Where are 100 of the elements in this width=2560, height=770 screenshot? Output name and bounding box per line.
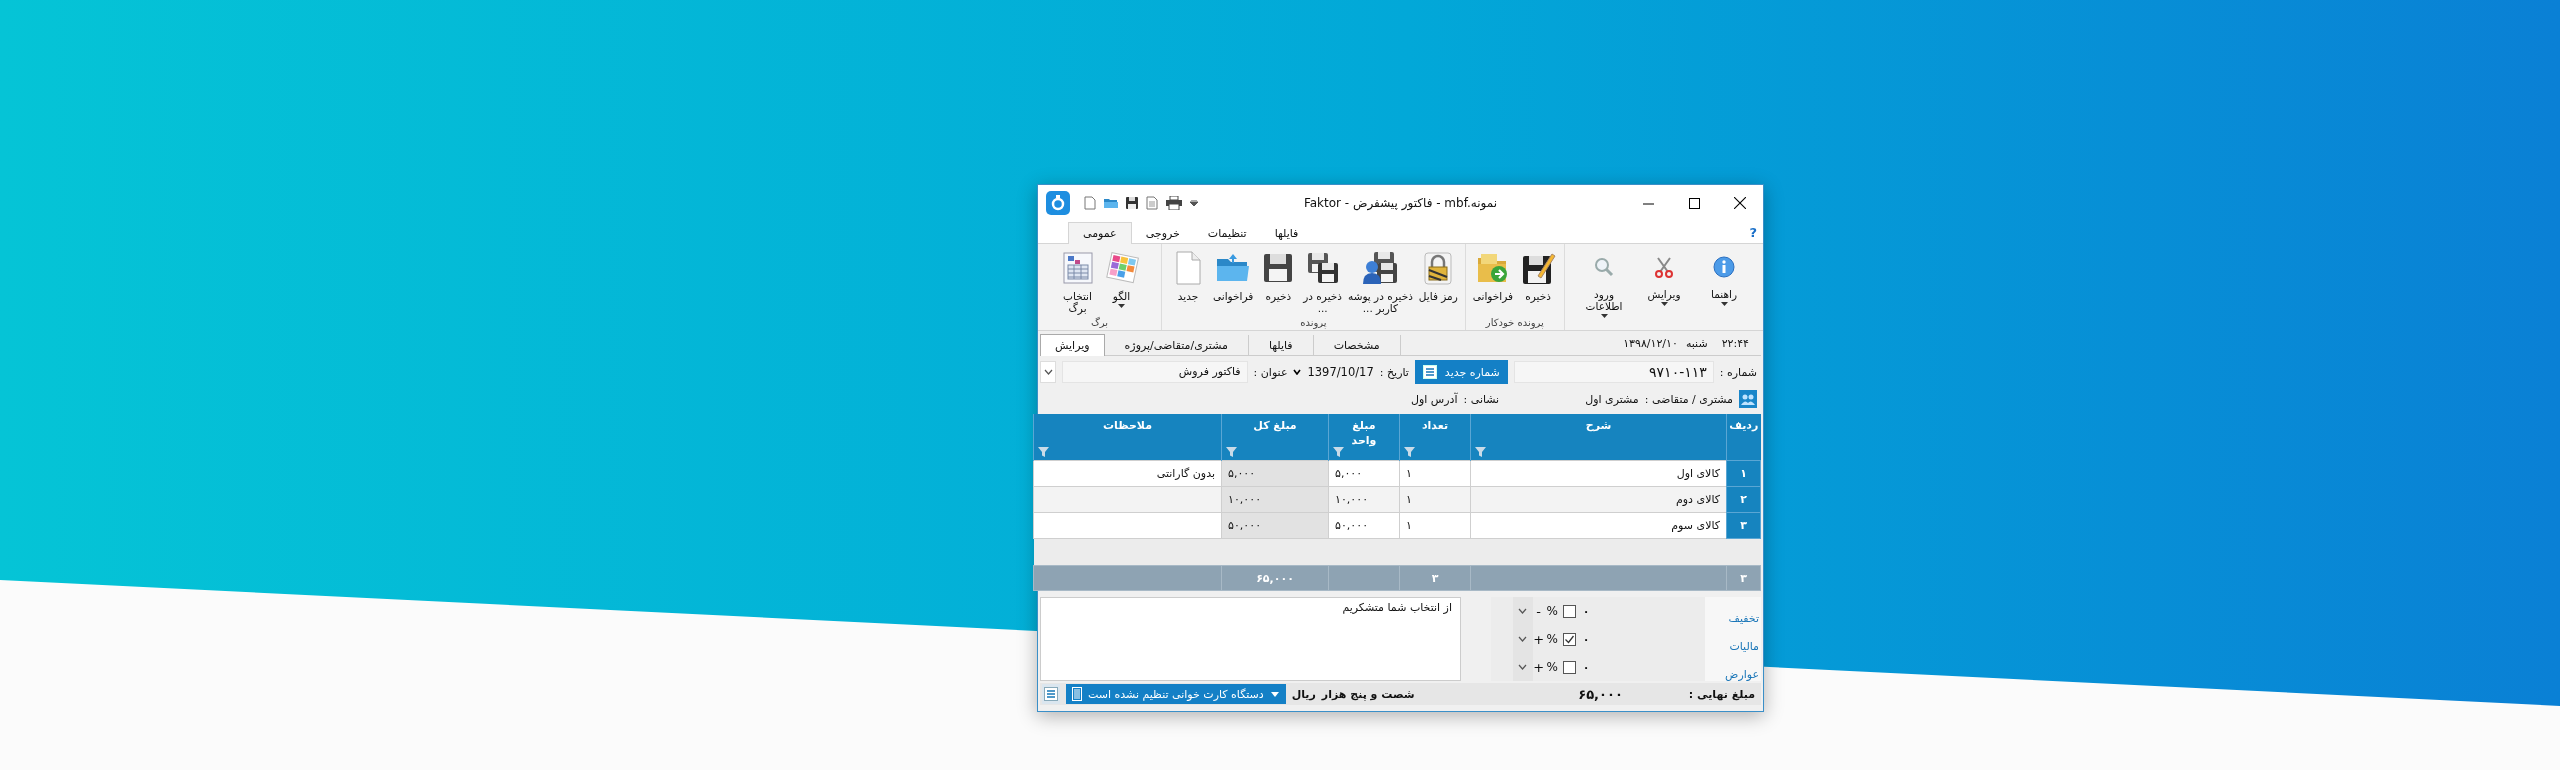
adjustment-label: مالیات — [1705, 625, 1761, 653]
column-header[interactable]: مبلغ واحد — [1328, 414, 1400, 461]
table-cell: ۵۰,۰۰۰ — [1328, 512, 1400, 539]
ribbon-button[interactable]: فراخوانی — [1210, 246, 1257, 317]
document-tab[interactable]: فایلها — [1248, 335, 1314, 355]
total-cell — [1328, 565, 1400, 591]
notes-field[interactable]: از انتخاب شما متشکریم — [1040, 597, 1461, 681]
table-cell: ۵,۰۰۰ — [1328, 460, 1400, 487]
list-icon — [1044, 687, 1058, 701]
row-number: ۲ — [1726, 486, 1761, 513]
ribbon-button[interactable]: جدید — [1166, 246, 1211, 317]
date-picker[interactable]: 1397/10/17 — [1293, 365, 1374, 379]
table-cell: ۵,۰۰۰ — [1221, 460, 1329, 487]
column-header[interactable]: شرح — [1470, 414, 1727, 461]
clock-time: ۲۲:۴۴ — [1721, 336, 1749, 350]
caret-icon — [1660, 302, 1668, 306]
adjustment-value: ۰ — [1581, 603, 1591, 620]
filter-icon[interactable] — [1038, 447, 1049, 457]
address-value: آدرس اول — [1410, 392, 1458, 406]
ribbon-tab[interactable]: عمومی — [1068, 222, 1132, 244]
document-icon[interactable] — [1146, 196, 1158, 210]
ribbon-button[interactable]: ذخیره — [1256, 246, 1301, 317]
total-cell: ۳ — [1399, 565, 1471, 591]
printer-icon[interactable] — [1166, 196, 1182, 210]
column-header[interactable]: ملاحظات — [1033, 414, 1222, 461]
chevron-down-icon — [1518, 636, 1528, 642]
column-header[interactable]: ردیف — [1726, 414, 1761, 461]
ribbon-button[interactable]: رمز فایل — [1415, 246, 1461, 317]
row-number: ۱ — [1726, 460, 1761, 487]
adjustment-dropdown[interactable] — [1512, 653, 1533, 681]
percent-checkbox[interactable] — [1563, 604, 1576, 618]
ribbon-button[interactable]: ویرایش — [1634, 246, 1694, 330]
caret-icon — [1118, 304, 1125, 308]
ribbon-button[interactable]: ورود اطلاعات — [1574, 246, 1634, 330]
chevron-down-icon — [1043, 369, 1053, 375]
row-number: ۳ — [1726, 512, 1761, 539]
help-link[interactable]: ? — [1749, 224, 1757, 240]
ribbon-button[interactable]: انتخاب برگ — [1055, 246, 1100, 317]
adjustment-dropdown[interactable] — [1512, 597, 1533, 625]
close-icon — [1734, 197, 1746, 209]
total-cell: ۶۵,۰۰۰ — [1221, 565, 1329, 591]
customize-caret-icon[interactable] — [1190, 200, 1198, 206]
new-number-button[interactable]: شماره جدید — [1414, 360, 1508, 384]
sign-toggle[interactable]: + — [1532, 631, 1545, 647]
ribbon-tab[interactable]: فایلها — [1260, 223, 1313, 243]
ribbon-button[interactable]: فراخوانی — [1469, 246, 1516, 317]
percent-checkbox[interactable] — [1563, 632, 1576, 646]
maximize-icon — [1688, 197, 1700, 209]
ribbon-button[interactable]: ذخیره در ... — [1300, 246, 1345, 317]
number-field[interactable]: ۹۷۱۰-۱۱۳ — [1513, 361, 1714, 383]
group-label: پرونده خودکار — [1485, 317, 1544, 330]
caret-icon — [1293, 369, 1302, 375]
title-label: عنوان : — [1253, 365, 1288, 379]
customers-icon — [1739, 390, 1757, 408]
table-cell: ۵۰,۰۰۰ — [1221, 512, 1329, 539]
column-header[interactable]: مبلغ کل — [1221, 414, 1329, 461]
clock-day: شنبه — [1685, 336, 1708, 350]
document-tab[interactable]: ویرایش — [1040, 334, 1105, 356]
caret-icon — [1720, 302, 1728, 306]
filter-icon[interactable] — [1226, 447, 1237, 457]
table-cell: ۱۰,۰۰۰ — [1221, 486, 1329, 513]
window-title: Faktor - فاکتور پیشفرض - mbf.نمونه — [1303, 196, 1498, 210]
ribbon-tab[interactable]: تنظیمات — [1193, 223, 1261, 243]
ribbon-button[interactable]: راهنما — [1694, 246, 1754, 330]
sign-toggle[interactable]: - — [1532, 603, 1545, 619]
document-tab[interactable]: مشخصات — [1313, 335, 1401, 355]
percent-sign: % — [1546, 632, 1558, 646]
group-label: پرونده — [1300, 317, 1327, 330]
filter-icon[interactable] — [1333, 447, 1344, 457]
adjustment-label: عوارض — [1705, 653, 1761, 681]
table-cell: ۱ — [1399, 460, 1471, 487]
user-floppy-icon — [1362, 250, 1399, 286]
percent-checkbox[interactable] — [1563, 660, 1576, 674]
currency-label: ریال — [1291, 687, 1316, 701]
title-dropdown-button[interactable] — [1040, 361, 1056, 383]
ribbon-tab[interactable]: خروجی — [1131, 223, 1194, 243]
filter-icon[interactable] — [1404, 447, 1415, 457]
amount-in-words: شصت و پنج هزار — [1321, 687, 1415, 701]
group-label: برگ — [1090, 317, 1109, 330]
ribbon-button[interactable]: ذخیره در پوشه کاربر ... — [1345, 246, 1416, 317]
barcode-icon — [1072, 687, 1082, 701]
filter-icon[interactable] — [1475, 447, 1486, 457]
table-cell: کالای دوم — [1470, 486, 1727, 513]
app-logo-icon[interactable] — [1046, 191, 1070, 215]
customer-value: مشتری اول — [1585, 392, 1639, 406]
title-field[interactable]: فاکتور فروش — [1062, 361, 1248, 383]
sign-toggle[interactable]: + — [1532, 659, 1545, 675]
save-icon[interactable] — [1126, 197, 1138, 209]
column-header[interactable]: تعداد — [1399, 414, 1471, 461]
number-label: شماره : — [1719, 365, 1757, 379]
chevron-down-icon — [1518, 608, 1528, 614]
percent-sign: % — [1546, 604, 1558, 618]
new-document-icon[interactable] — [1084, 196, 1096, 210]
list-icon — [1422, 365, 1437, 379]
ribbon-button[interactable]: الگو — [1099, 246, 1144, 317]
folder-icon[interactable] — [1104, 197, 1118, 209]
caret-icon — [1600, 314, 1608, 318]
card-reader-dropdown[interactable]: دستگاه کارت خوانی تنظیم نشده است — [1066, 684, 1286, 704]
ribbon-button[interactable]: ذخیره — [1516, 246, 1560, 317]
settings-button[interactable] — [1042, 684, 1060, 704]
